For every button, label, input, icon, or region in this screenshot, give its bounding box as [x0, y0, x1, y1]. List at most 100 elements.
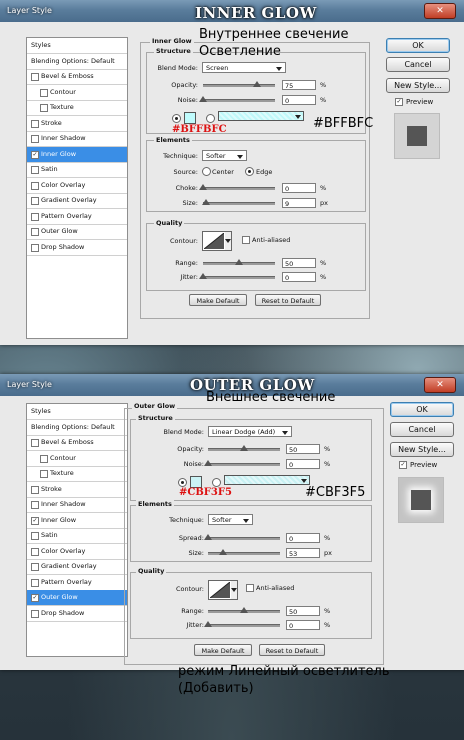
- style-checkbox[interactable]: [31, 578, 39, 587]
- new-style-button[interactable]: New Style...: [390, 442, 454, 457]
- cancel-button[interactable]: Cancel: [390, 422, 454, 437]
- style-checkbox[interactable]: [31, 563, 39, 571]
- style-item-color-overlay[interactable]: Color Overlay: [27, 544, 127, 560]
- style-checkbox[interactable]: [31, 197, 39, 205]
- choke-input[interactable]: 0: [282, 183, 316, 193]
- gradient-radio[interactable]: [206, 114, 215, 123]
- contour-picker[interactable]: [202, 231, 226, 251]
- make-default-button[interactable]: Make Default: [189, 294, 247, 306]
- style-item-stroke[interactable]: Stroke: [27, 116, 127, 132]
- blend-mode-select[interactable]: Linear Dodge (Add): [208, 426, 292, 437]
- size-slider-thumb[interactable]: [201, 199, 210, 205]
- style-item-bevel-emboss[interactable]: Bevel & Emboss: [27, 69, 127, 85]
- noise-slider[interactable]: [208, 463, 280, 466]
- style-item-gradient-overlay[interactable]: Gradient Overlay: [27, 193, 127, 209]
- spread-input[interactable]: 0: [286, 533, 320, 543]
- choke-slider-thumb[interactable]: [199, 184, 207, 190]
- blend-mode-select[interactable]: Screen: [202, 62, 286, 73]
- style-checkbox[interactable]: [40, 104, 48, 112]
- style-item-styles[interactable]: Styles: [27, 404, 127, 420]
- solid-color-radio[interactable]: [178, 478, 187, 487]
- size-slider[interactable]: [203, 202, 275, 205]
- style-item-pattern-overlay[interactable]: Pattern Overlay: [27, 209, 127, 225]
- ok-button[interactable]: OK: [386, 38, 450, 53]
- range-slider-thumb[interactable]: [240, 607, 248, 613]
- style-item-gradient-overlay[interactable]: Gradient Overlay: [27, 559, 127, 575]
- noise-input[interactable]: 0: [286, 459, 320, 469]
- style-checkbox[interactable]: [31, 243, 39, 252]
- style-checkbox[interactable]: [40, 470, 48, 478]
- contour-picker[interactable]: [208, 580, 232, 600]
- reset-to-default-button[interactable]: Reset to Default: [259, 644, 325, 656]
- spread-slider-thumb[interactable]: [204, 534, 212, 540]
- style-checkbox[interactable]: [31, 212, 39, 221]
- solid-color-radio[interactable]: [172, 114, 181, 123]
- style-item-satin[interactable]: Satin: [27, 528, 127, 544]
- style-checkbox[interactable]: [31, 135, 39, 143]
- ok-button[interactable]: OK: [390, 402, 454, 417]
- style-item-bevel-emboss[interactable]: Bevel & Emboss: [27, 435, 127, 451]
- style-item-inner-glow[interactable]: ✓ Inner Glow: [27, 513, 127, 529]
- style-item-contour[interactable]: Contour: [27, 85, 127, 101]
- style-item-pattern-overlay[interactable]: Pattern Overlay: [27, 575, 127, 591]
- jitter-input[interactable]: 0: [282, 272, 316, 282]
- gradient-radio[interactable]: [212, 478, 221, 487]
- contour-dropdown[interactable]: [225, 231, 232, 251]
- glow-color-swatch[interactable]: [184, 112, 196, 124]
- new-style-button[interactable]: New Style...: [386, 78, 450, 93]
- style-item-outer-glow[interactable]: Outer Glow: [27, 224, 127, 240]
- source-edge-radio[interactable]: [245, 167, 254, 176]
- make-default-button[interactable]: Make Default: [194, 644, 252, 656]
- jitter-slider[interactable]: [203, 276, 275, 279]
- style-item-styles[interactable]: Styles: [27, 38, 127, 54]
- range-input[interactable]: 50: [282, 258, 316, 268]
- style-item-contour[interactable]: Contour: [27, 451, 127, 467]
- close-button[interactable]: ✕: [424, 3, 456, 19]
- contour-dropdown[interactable]: [231, 580, 238, 600]
- style-item-stroke[interactable]: Stroke: [27, 482, 127, 498]
- style-item-drop-shadow[interactable]: Drop Shadow: [27, 606, 127, 622]
- style-item-satin[interactable]: Satin: [27, 162, 127, 178]
- style-item-color-overlay[interactable]: Color Overlay: [27, 178, 127, 194]
- choke-slider[interactable]: [203, 187, 275, 190]
- style-checkbox[interactable]: [31, 228, 39, 236]
- range-slider-thumb[interactable]: [235, 259, 243, 265]
- noise-slider-thumb[interactable]: [204, 460, 212, 466]
- style-checkbox[interactable]: ✓: [31, 594, 39, 602]
- jitter-slider-thumb[interactable]: [199, 273, 207, 279]
- style-checkbox[interactable]: [31, 532, 39, 540]
- style-checkbox[interactable]: [31, 485, 39, 494]
- style-checkbox[interactable]: [31, 439, 39, 447]
- style-item-drop-shadow[interactable]: Drop Shadow: [27, 240, 127, 256]
- opacity-input[interactable]: 75: [282, 80, 316, 90]
- jitter-slider-thumb[interactable]: [204, 621, 212, 627]
- cancel-button[interactable]: Cancel: [386, 57, 450, 72]
- preview-checkbox[interactable]: ✓: [395, 98, 403, 106]
- gradient-swatch[interactable]: [224, 475, 310, 485]
- technique-select[interactable]: Softer: [208, 514, 253, 525]
- style-item-inner-shadow[interactable]: Inner Shadow: [27, 131, 127, 147]
- size-input[interactable]: 9: [282, 198, 316, 208]
- opacity-input[interactable]: 50: [286, 444, 320, 454]
- style-item-texture[interactable]: Texture: [27, 100, 127, 116]
- style-checkbox[interactable]: [31, 73, 39, 81]
- jitter-slider[interactable]: [208, 624, 280, 627]
- style-checkbox[interactable]: [40, 454, 48, 463]
- technique-select[interactable]: Softer: [202, 150, 247, 161]
- noise-slider[interactable]: [203, 99, 275, 102]
- style-item-inner-shadow[interactable]: Inner Shadow: [27, 497, 127, 513]
- antialiased-checkbox[interactable]: [242, 236, 250, 244]
- source-center-radio[interactable]: [202, 167, 211, 176]
- style-checkbox[interactable]: [31, 166, 39, 174]
- style-item-texture[interactable]: Texture: [27, 466, 127, 482]
- reset-to-default-button[interactable]: Reset to Default: [255, 294, 321, 306]
- opacity-slider-thumb[interactable]: [253, 81, 261, 87]
- noise-input[interactable]: 0: [282, 95, 316, 105]
- opacity-slider-thumb[interactable]: [240, 445, 248, 451]
- preview-checkbox[interactable]: ✓: [399, 461, 407, 469]
- size-input[interactable]: 53: [286, 548, 320, 558]
- style-checkbox[interactable]: ✓: [31, 516, 39, 525]
- size-slider-thumb[interactable]: [219, 549, 228, 555]
- noise-slider-thumb[interactable]: [199, 96, 207, 102]
- style-checkbox[interactable]: [31, 609, 39, 618]
